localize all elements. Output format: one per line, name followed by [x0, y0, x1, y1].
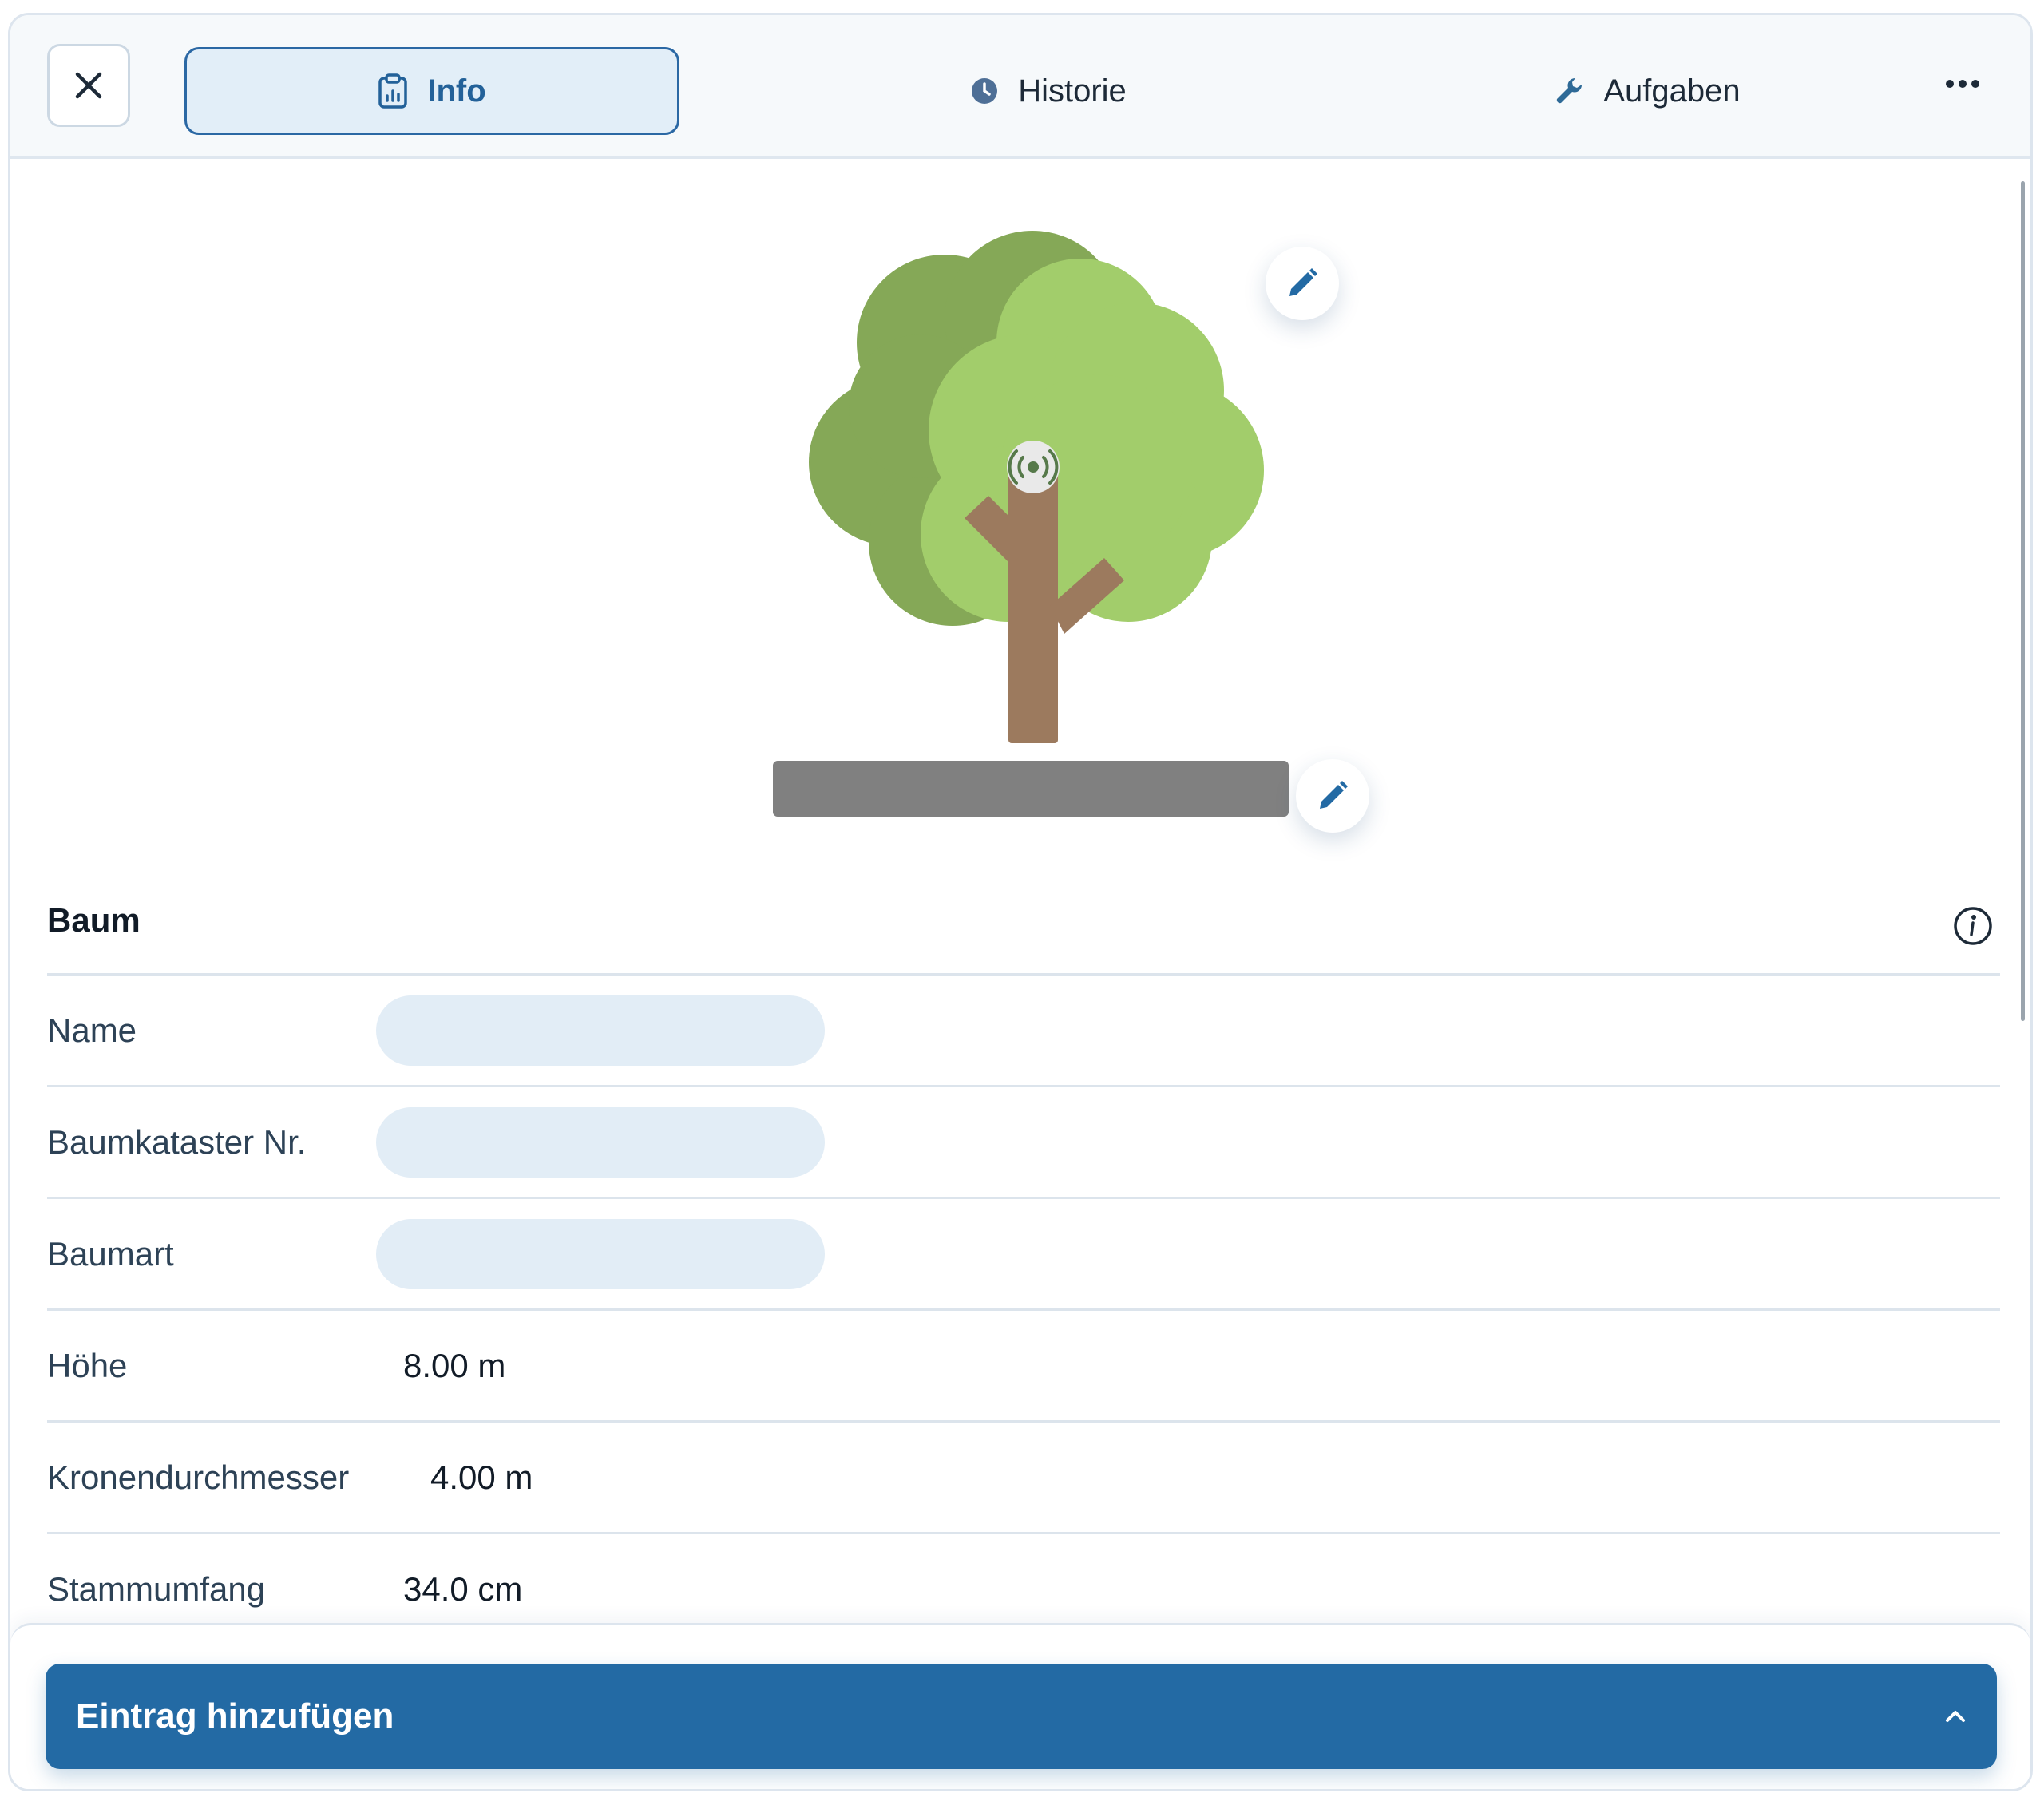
field-label: Kronendurchmesser: [47, 1458, 350, 1496]
edit-image-button[interactable]: [1266, 247, 1339, 320]
section-title: Baum: [47, 901, 141, 939]
field-row-baumkataster: Baumkataster Nr.: [47, 1085, 2000, 1197]
more-horizontal-icon: [1946, 80, 1979, 88]
tab-historie-label: Historie: [1018, 73, 1127, 109]
field-value: 8.00 m: [403, 1346, 506, 1384]
chevron-up-icon: [1946, 1711, 1965, 1722]
loading-placeholder: [376, 995, 825, 1066]
field-label: Baumart: [47, 1234, 174, 1273]
loading-placeholder: [376, 1106, 825, 1178]
field-value: 4.00 m: [430, 1458, 533, 1496]
add-entry-button[interactable]: Eintrag hinzufügen: [46, 1664, 1997, 1769]
field-row-baumart: Baumart: [47, 1197, 2000, 1308]
tab-info[interactable]: Info: [184, 47, 679, 135]
footer-bar: Eintrag hinzufügen: [10, 1623, 2030, 1789]
tree-icon: [773, 231, 1289, 817]
close-icon: [75, 72, 102, 99]
field-row-name: Name: [47, 973, 2000, 1085]
scrollbar[interactable]: [2021, 181, 2025, 1021]
close-button[interactable]: [47, 44, 130, 127]
add-entry-label: Eintrag hinzufügen: [76, 1696, 394, 1736]
clipboard-chart-icon: [378, 73, 408, 109]
field-label: Höhe: [47, 1346, 128, 1384]
pencil-icon: [1289, 268, 1317, 296]
attribute-list: Name Baumkataster Nr. Baumart Höhe 8.00 …: [47, 973, 2000, 1644]
pencil-icon: [1320, 781, 1348, 809]
field-label: Stammumfang: [47, 1569, 266, 1608]
broadcast-sensor-icon: [1007, 441, 1060, 493]
panel-header: Info Historie Aufgaben: [10, 15, 2030, 159]
clock-icon: [972, 78, 998, 104]
tab-aufgaben-label: Aufgaben: [1603, 73, 1741, 109]
edit-ground-button[interactable]: [1296, 759, 1369, 833]
tree-detail-panel: Info Historie Aufgaben Baum Name Baumkat…: [8, 13, 2033, 1791]
more-options-button[interactable]: [1927, 60, 1998, 108]
wrench-icon: [1557, 77, 1583, 104]
tree-illustration: [773, 231, 1289, 817]
field-row-kronendurchmesser: Kronendurchmesser 4.00 m: [47, 1420, 2000, 1532]
tab-historie[interactable]: Historie: [889, 47, 1208, 135]
tab-info-label: Info: [427, 73, 486, 109]
tab-aufgaben[interactable]: Aufgaben: [1480, 47, 1815, 135]
info-icon[interactable]: [1952, 905, 1994, 947]
field-label: Name: [47, 1011, 137, 1049]
field-label: Baumkataster Nr.: [47, 1122, 307, 1161]
field-row-hoehe: Höhe 8.00 m: [47, 1308, 2000, 1420]
field-value: 34.0 cm: [403, 1569, 523, 1608]
loading-placeholder: [376, 1218, 825, 1289]
